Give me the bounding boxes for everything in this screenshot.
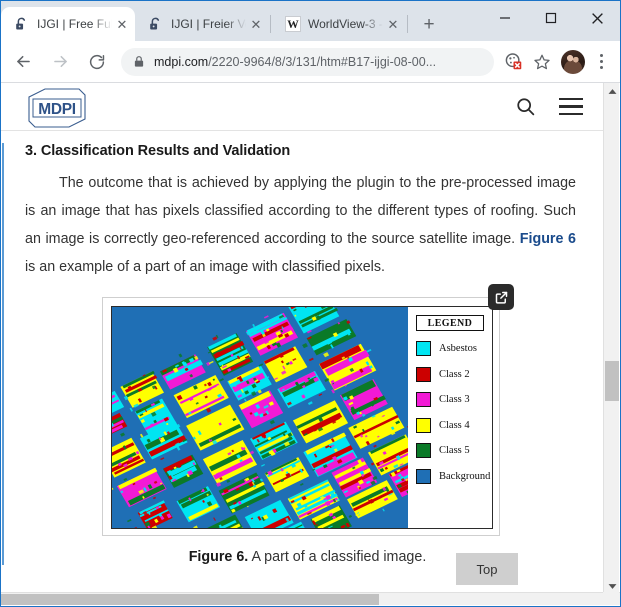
figure-image-area: LEGEND Asbestos Class 2 Class 3 Class 4 Clas… [111,306,493,529]
svg-text:W: W [287,19,299,31]
legend-color-swatch [416,366,431,382]
scrollbar-corner [603,592,619,605]
figure-frame: LEGEND Asbestos Class 2 Class 3 Class 4 Clas… [102,284,514,536]
browser-tab-1[interactable]: IJGI | Free Full-Text | ... ✕ [1,7,135,41]
legend-item-label: Class 4 [439,419,470,431]
legend-color-swatch [416,392,431,408]
blocked-tracker-icon[interactable] [500,49,526,75]
url-path: /2220-9964/8/3/131/htm#B17-ijgi-08-00... [208,54,437,69]
page-viewport: MDPI 3. Classification Results and Valid… [1,83,605,595]
classified-satellite-image [112,307,408,528]
legend-color-swatch [416,341,431,357]
minimize-button[interactable] [482,1,528,35]
maximize-button[interactable] [528,1,574,35]
legend-item-label: Asbestos [439,343,477,355]
tab-close-button[interactable]: ✕ [247,15,265,33]
window-controls [482,1,620,35]
legend-color-swatch [416,417,431,433]
figure-6: LEGEND Asbestos Class 2 Class 3 Class 4 Clas… [23,284,578,565]
paragraph-text-part2: is an example of a part of an image with… [25,259,385,275]
lock-icon [133,55,145,68]
tab-title: WorldView-3 - Wikipedia [308,17,384,31]
title-bar: IJGI | Free Full-Text | ... ✕ IJGI | Fre… [1,1,620,41]
legend-item: Asbestos [414,336,492,362]
legend-item: Class 4 [414,413,492,439]
star-icon[interactable] [529,49,555,75]
browser-window: IJGI | Free Full-Text | ... ✕ IJGI | Fre… [0,0,621,607]
svg-text:MDPI: MDPI [38,101,76,118]
address-bar[interactable]: mdpi.com/2220-9964/8/3/131/htm#B17-ijgi-… [121,47,494,76]
horizontal-scrollbar-thumb[interactable] [1,594,379,605]
caption-label: Figure 6. [188,549,249,565]
new-tab-button[interactable]: + [415,10,443,38]
legend-item-label: Class 3 [439,394,470,406]
tab-title: IJGI | Free Full-Text | ... [37,17,113,31]
legend-item: Background [414,464,492,490]
avatar[interactable] [561,49,585,74]
browser-tab-3[interactable]: W WorldView-3 - Wikipedia ✕ [272,7,406,41]
tab-separator [270,15,271,33]
tab-title: IJGI | Freier Volltext | ... [171,17,247,31]
legend-item: Class 5 [414,438,492,464]
tab-separator [407,15,408,33]
tab-close-button[interactable]: ✕ [384,15,402,33]
url-host: mdpi.com [154,54,209,69]
browser-toolbar: mdpi.com/2220-9964/8/3/131/htm#B17-ijgi-… [1,41,620,83]
mdpi-logo[interactable]: MDPI [21,87,91,128]
unlock-icon [13,16,30,33]
article-content: 3. Classification Results and Validation… [2,143,597,565]
legend-color-swatch [416,443,431,459]
kebab-menu-icon[interactable] [588,49,614,75]
hamburger-menu-icon[interactable] [559,98,583,115]
unlock-icon [147,16,164,33]
forward-button[interactable] [45,47,75,77]
legend-items-list: Asbestos Class 2 Class 3 Class 4 Class 5 Back… [414,336,492,489]
close-button[interactable] [574,1,620,35]
reload-button[interactable] [82,47,112,77]
url-text: mdpi.com/2220-9964/8/3/131/htm#B17-ijgi-… [154,55,484,69]
caption-text: A part of a classified image. [248,549,427,565]
legend-color-swatch [416,468,431,484]
back-to-top-button[interactable]: Top [456,553,518,585]
figure-6-link[interactable]: Figure 6 [520,231,576,247]
search-icon[interactable] [513,95,537,119]
paragraph-text-part1: The outcome that is achieved by applying… [25,175,576,247]
back-button[interactable] [8,47,38,77]
figure-legend: LEGEND Asbestos Class 2 Class 3 Class 4 Clas… [408,307,492,528]
legend-item-label: Class 2 [439,368,470,380]
vertical-scrollbar-thumb[interactable] [605,361,619,401]
scroll-up-arrow-icon[interactable] [604,83,620,100]
expand-figure-icon[interactable] [488,284,514,310]
mdpi-site-header: MDPI [1,83,605,131]
legend-title: LEGEND [416,315,484,331]
tab-strip: IJGI | Free Full-Text | ... ✕ IJGI | Fre… [1,7,443,41]
legend-item-label: Background [439,470,491,482]
vertical-scrollbar[interactable] [603,83,619,595]
body-paragraph: The outcome that is achieved by applying… [25,169,576,281]
legend-item: Class 3 [414,387,492,413]
legend-item-label: Class 5 [439,445,470,457]
legend-item: Class 2 [414,362,492,388]
horizontal-scrollbar[interactable] [1,592,620,605]
browser-tab-2[interactable]: IJGI | Freier Volltext | ... ✕ [135,7,269,41]
section-heading: 3. Classification Results and Validation [25,143,291,159]
wikipedia-icon: W [284,16,301,33]
tab-close-button[interactable]: ✕ [113,15,131,33]
site-header-actions [513,95,583,119]
